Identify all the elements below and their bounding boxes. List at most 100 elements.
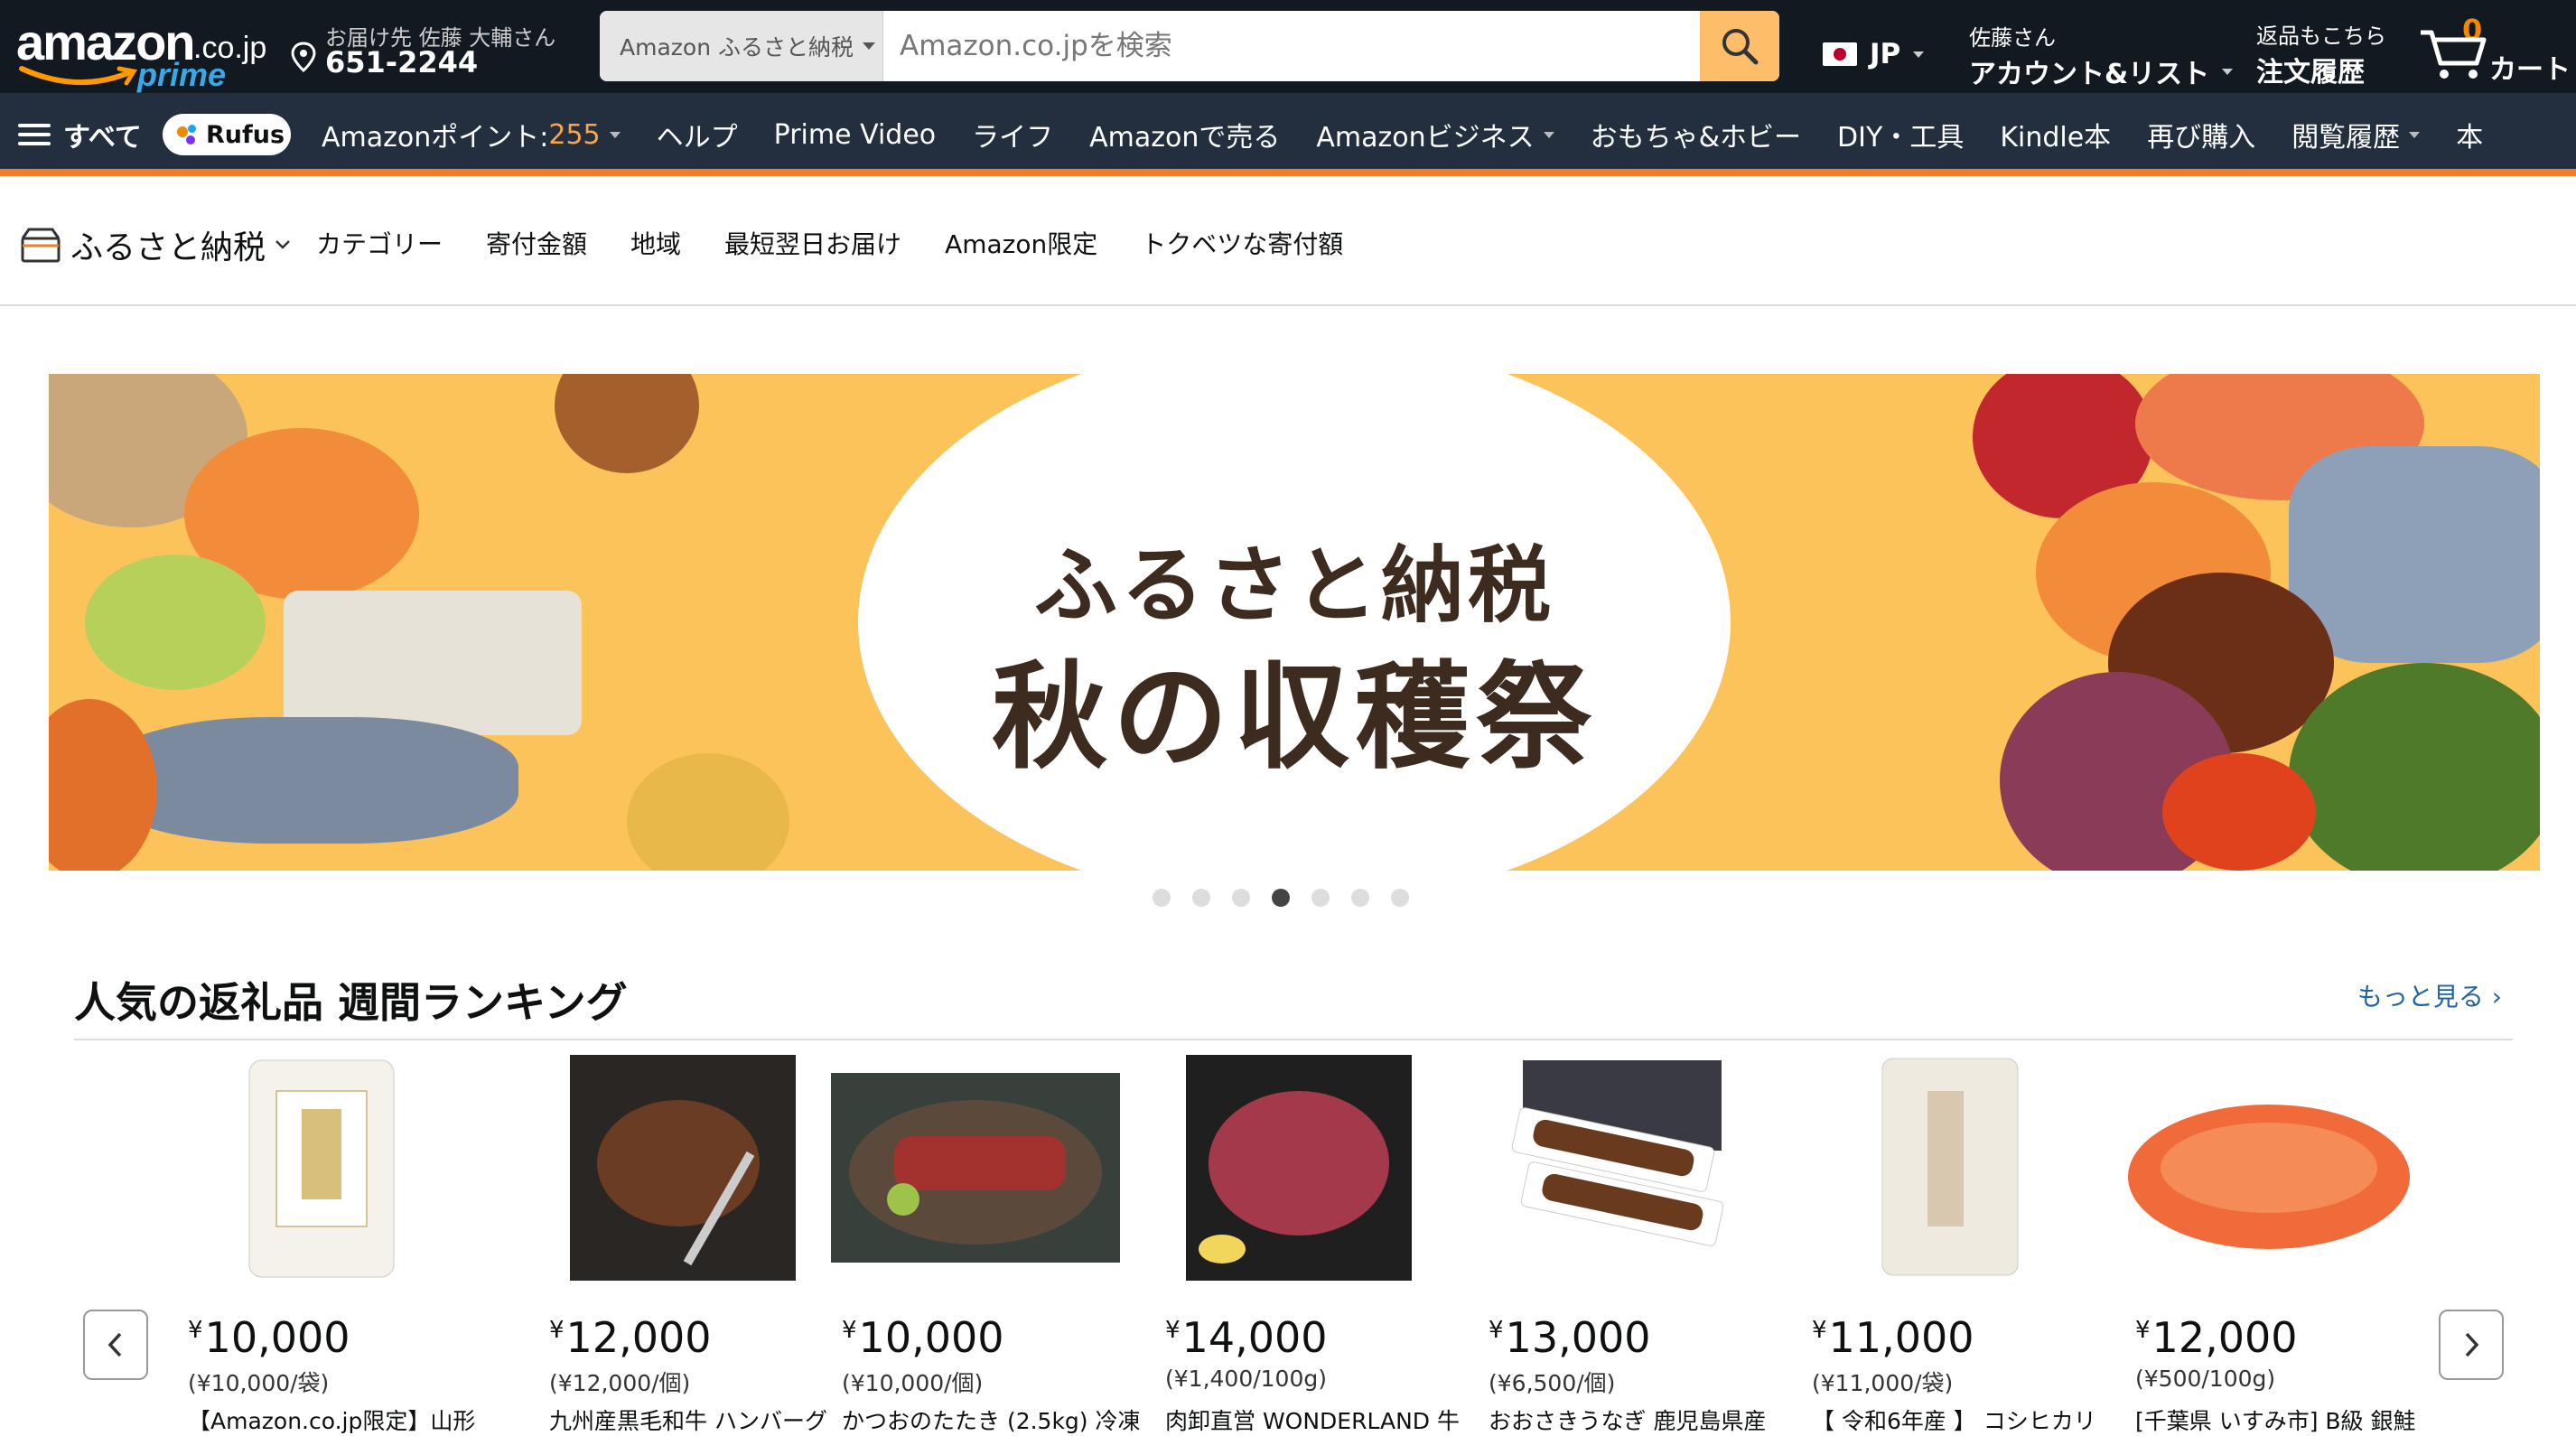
hamburger-icon [18,122,51,147]
carousel-dot[interactable] [1311,889,1330,907]
nav-sell[interactable]: Amazonで売る [1089,115,1280,154]
smile-icon [19,66,138,86]
secondary-nav-links: Amazonポイント: 255 ヘルプ Prime Video ライフ Amaz… [322,93,2519,176]
product-price: 13,000 [1505,1313,1651,1362]
product-name[interactable]: 【Amazon.co.jp限定】山形 [188,1403,486,1436]
search-button[interactable] [1700,11,1779,81]
product-card[interactable]: ¥10,000 (¥10,000/個) かつおのたたき (2.5kg) 冷凍 [831,1051,1140,1434]
product-price: 12,000 [2151,1313,2298,1362]
nav-buy-again[interactable]: 再び購入 [2147,115,2255,154]
product-name[interactable]: おおさきうなぎ 鹿児島県産 [1489,1403,1787,1436]
product-price: 10,000 [858,1313,1004,1362]
banner-title-line2: 秋の収穫祭 [991,650,1597,785]
furusato-link-next-day[interactable]: 最短翌日お届け [724,225,901,261]
furusato-link-region[interactable]: 地域 [630,225,681,261]
search-icon [1722,29,1759,65]
carousel-dot-active[interactable] [1272,889,1290,907]
nav-books[interactable]: 本 [2456,115,2483,154]
product-card[interactable]: ¥12,000 (¥500/100g) [千葉県 いすみ市] B級 銀鮭 [2124,1051,2431,1434]
product-image [538,1055,827,1281]
search-scope-select[interactable]: Amazon ふるさと納税 [600,11,883,81]
product-price: 14,000 [1181,1313,1328,1362]
product-card[interactable]: ¥12,000 (¥12,000/個) 九州産黒毛和牛 ハンバーグ [538,1051,845,1434]
carousel-dot[interactable] [1232,889,1250,907]
carousel-dot[interactable] [1153,889,1171,907]
caret-down-icon [2222,68,2234,75]
product-card[interactable]: ¥13,000 (¥6,500/個) おおさきうなぎ 鹿児島県産 [1478,1051,1785,1434]
points-link[interactable]: Amazonポイント: 255 [322,115,621,154]
caret-down-icon [2409,131,2421,138]
product-unit-price: (¥10,000/袋) [188,1370,330,1396]
furusato-link-special[interactable]: トクベツな寄付額 [1141,225,1343,261]
nav-browsing-history[interactable]: 閲覧履歴 [2291,115,2421,154]
product-unit-price: (¥500/100g) [2135,1366,2276,1392]
furusato-link-amount[interactable]: 寄付金額 [486,225,587,261]
product-image [2124,1055,2413,1281]
product-name[interactable]: 九州産黒毛和牛 ハンバーグ [549,1403,847,1436]
see-more-link[interactable]: もっと見る › [2357,977,2502,1013]
chevron-down-icon [275,240,290,249]
product-card[interactable]: ¥14,000 (¥1,400/100g) 肉卸直営 WONDERLAND 牛 [1154,1051,1461,1434]
product-name[interactable]: 肉卸直営 WONDERLAND 牛 [1165,1403,1463,1436]
rufus-button[interactable]: Rufus [163,114,291,155]
ranking-title: 人気の返礼品 週間ランキング [74,978,628,1027]
carousel-prev-button[interactable] [83,1310,148,1380]
points-value: 255 [548,118,601,151]
product-name[interactable]: [千葉県 いすみ市] B級 銀鮭 [2135,1403,2433,1436]
nav-diy[interactable]: DIY・工具 [1837,115,1964,154]
search-input[interactable] [883,11,1700,81]
furusato-links: カテゴリー 寄付金額 地域 最短翌日お届け Amazon限定 トクベツな寄付額 [316,225,1386,261]
product-unit-price: (¥10,000/個) [842,1370,984,1396]
product-image [1478,1055,1767,1281]
carousel-dot[interactable] [1391,889,1409,907]
nav-life[interactable]: ライフ [972,115,1053,154]
returns-orders-link[interactable]: 返品もこちら 注文履歴 [2256,18,2386,89]
all-menu-button[interactable]: すべて [18,115,142,154]
furusato-link-category[interactable]: カテゴリー [316,225,443,261]
rufus-icon [175,123,199,146]
product-name[interactable]: かつおのたたき (2.5kg) 冷凍 [842,1403,1140,1436]
hero-banner[interactable]: ふるさと納税 秋の収穫祭 [49,374,2540,871]
postal-code: 651-2244 [325,45,479,79]
caret-down-icon [1543,131,1554,138]
japan-flag-icon [1823,42,1857,66]
amazon-logo[interactable]: amazon .co.jp prime [14,13,267,94]
nav-toys[interactable]: おもちゃ&ホビー [1591,115,1801,154]
nav-business[interactable]: Amazonビジネス [1316,115,1554,154]
top-nav: amazon .co.jp prime お届け先 佐藤 大輔さん 651-224… [0,0,2576,93]
cart-button[interactable]: 0 カート [2419,13,2572,86]
account-lists-menu[interactable]: 佐藤さん アカウント&リスト [1969,20,2234,91]
caret-down-icon [1913,51,1925,58]
carousel-dot[interactable] [1192,889,1210,907]
nav-help[interactable]: ヘルプ [657,115,738,154]
banner-title-line1: ふるさと納税 [1033,537,1554,634]
product-name[interactable]: 【 令和6年産 】 コシヒカリ [1812,1403,2110,1436]
product-carousel: ¥10,000 (¥10,000/袋) 【Amazon.co.jp限定】山形 ¥… [177,1051,2435,1434]
product-card[interactable]: ¥11,000 (¥11,000/袋) 【 令和6年産 】 コシヒカリ [1801,1051,2108,1434]
nav-kindle[interactable]: Kindle本 [2000,115,2111,154]
cart-icon [2421,30,2487,79]
location-pin-icon [291,42,316,72]
secondary-nav: すべて Rufus Amazonポイント: 255 ヘルプ Prime Vide… [0,93,2576,176]
carousel-dot[interactable] [1351,889,1369,907]
language-selector[interactable]: JP [1823,38,1925,70]
product-price: 10,000 [204,1313,350,1362]
product-unit-price: (¥11,000/袋) [1812,1370,1954,1396]
nav-prime-video[interactable]: Prime Video [774,119,937,151]
product-card[interactable]: ¥10,000 (¥10,000/袋) 【Amazon.co.jp限定】山形 [177,1051,484,1434]
product-image [177,1055,466,1281]
product-price: 11,000 [1828,1313,1974,1362]
product-unit-price: (¥6,500/個) [1489,1370,1616,1396]
produce-image [555,374,699,473]
search-bar: Amazon ふるさと納税 [600,11,1779,81]
carousel-indicators [1153,889,1431,907]
gift-box-icon [21,228,61,263]
product-unit-price: (¥12,000/個) [549,1370,691,1396]
furusato-brand-menu[interactable]: ふるさと納税 [20,221,291,268]
caret-down-icon [609,131,621,138]
furusato-link-amazon-exclusive[interactable]: Amazon限定 [945,225,1097,261]
product-image [1154,1055,1443,1281]
furusato-nav: ふるさと納税 カテゴリー 寄付金額 地域 最短翌日お届け Amazon限定 トク… [0,176,2576,306]
carousel-next-button[interactable] [2439,1310,2504,1380]
product-price: 12,000 [565,1313,712,1362]
